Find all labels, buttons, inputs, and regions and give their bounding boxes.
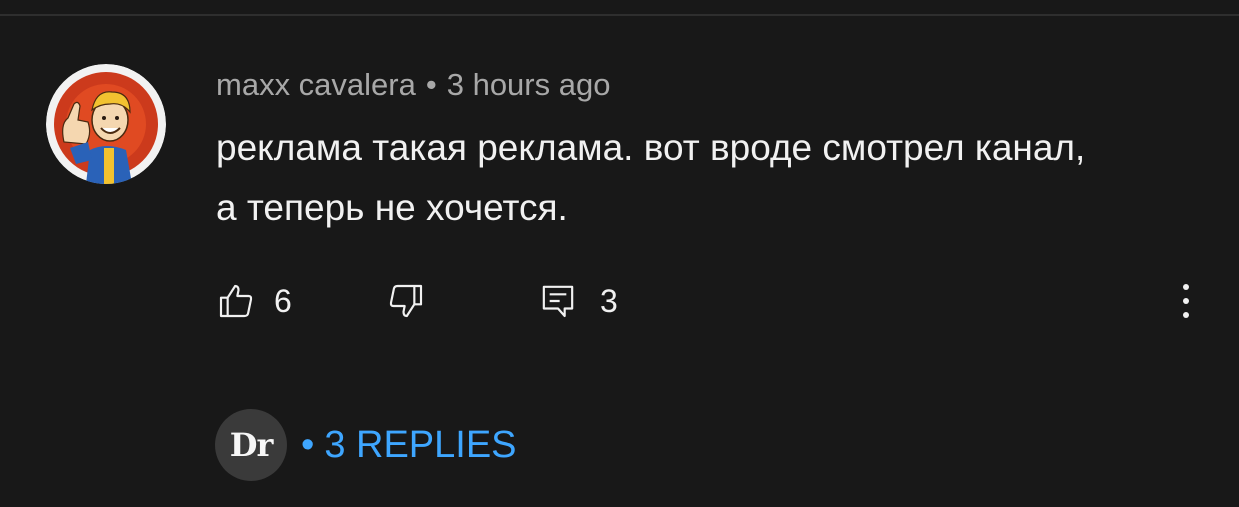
like-count: 6 xyxy=(274,282,292,319)
author-avatar[interactable] xyxy=(46,64,166,184)
replies-label: 3 REPLIES xyxy=(324,423,517,466)
comment-meta: maxx cavalera • 3 hours ago xyxy=(216,64,610,106)
reply-author-avatar: Dr xyxy=(215,409,287,481)
author-name[interactable]: maxx cavalera xyxy=(216,67,416,102)
comment-page: maxx cavalera • 3 hours ago реклама такая … xyxy=(0,0,1239,507)
comment-text: реклама такая реклама. вот вроде смотрел… xyxy=(216,127,1086,228)
view-replies-link[interactable]: • 3 REPLIES xyxy=(301,424,517,467)
more-options-button[interactable] xyxy=(1174,278,1198,324)
reply-count: 3 xyxy=(600,282,618,319)
view-replies[interactable]: Dr • 3 REPLIES xyxy=(215,409,517,481)
divider xyxy=(0,14,1239,16)
meta-separator: • xyxy=(425,67,437,102)
replies-separator: • xyxy=(301,423,315,466)
comment-icon xyxy=(542,285,574,318)
dislike-button[interactable] xyxy=(386,278,426,324)
comment-time[interactable]: 3 hours ago xyxy=(447,67,611,102)
thumbs-up-icon xyxy=(219,284,253,318)
like-button[interactable]: 6 xyxy=(216,278,292,324)
avatar-image xyxy=(46,64,166,184)
comment-actions: 6 3 xyxy=(216,278,1216,324)
reply-button[interactable]: 3 xyxy=(538,278,618,324)
thumbs-down-icon xyxy=(389,284,423,318)
